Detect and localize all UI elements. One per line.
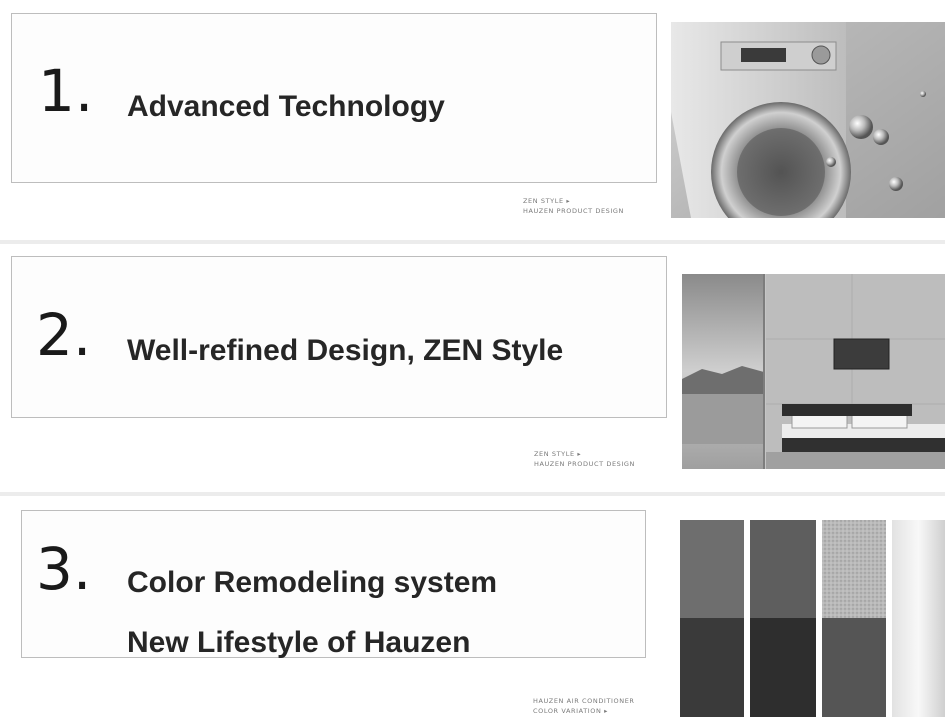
feature-3-caption-line-2: COLOR VARIATION ▸ [533,707,608,715]
feature-section-2: 2. Well-refined Design, ZEN Style ZEN ST… [0,244,945,492]
feature-2-caption-line-1: ZEN STYLE ▸ [534,450,582,458]
color-swatch-panels-photo [680,520,945,717]
washing-machine-photo [671,22,945,218]
feature-section-3: 3. Color Remodeling system New Lifestyle… [0,496,945,717]
feature-2-caption-line-2: HAUZEN PRODUCT DESIGN [534,460,636,468]
feature-2-number: 2. [36,301,92,369]
feature-1-caption-line-2: HAUZEN PRODUCT DESIGN [523,207,625,215]
feature-2-headline: Well-refined Design, ZEN Style [127,334,564,367]
feature-1-headline: Advanced Technology [127,90,445,123]
feature-3-caption-line-1: HAUZEN AIR CONDITIONER [533,697,635,705]
feature-section-1: 1. Advanced Technology ZEN STYLE ▸ HAUZE… [0,0,945,240]
bedroom-interior-photo [682,274,945,469]
feature-3-headline-line-2: New Lifestyle of Hauzen [127,626,471,659]
feature-3-headline-line-1: Color Remodeling system [127,566,498,599]
feature-1-caption-line-1: ZEN STYLE ▸ [523,197,571,205]
feature-1-number: 1. [38,57,94,125]
feature-3-number: 3. [36,535,92,603]
